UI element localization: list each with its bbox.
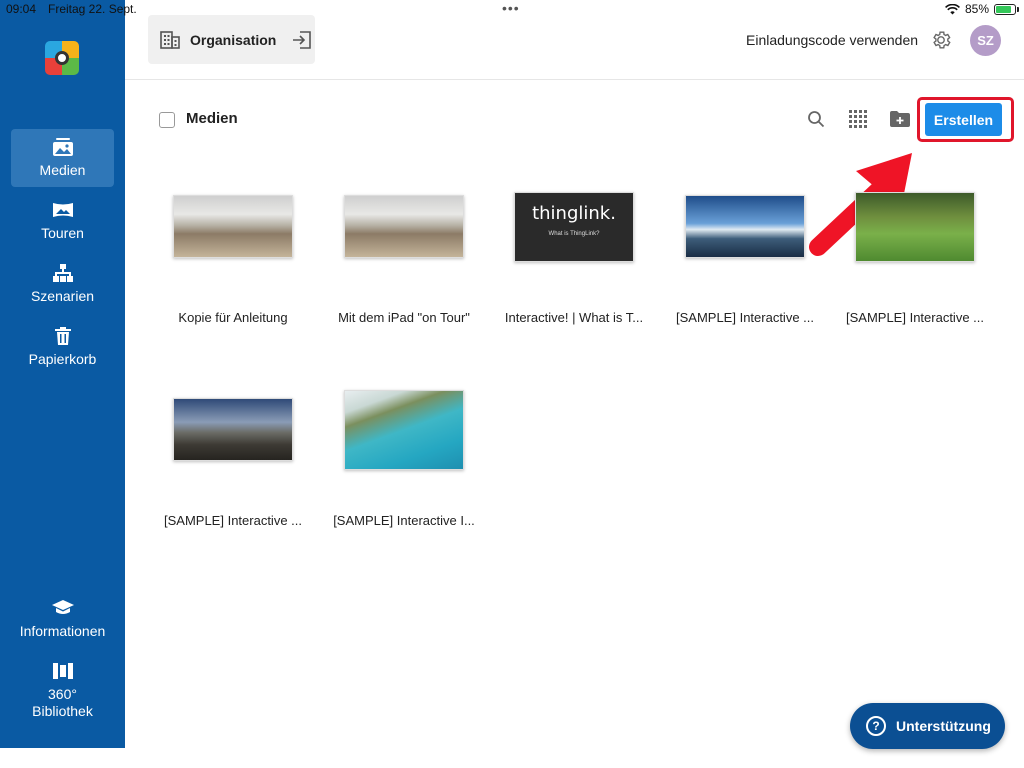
organisation-button[interactable]: Organisation	[148, 15, 315, 64]
wifi-icon	[945, 3, 960, 14]
switch-login-icon	[293, 30, 312, 49]
status-bar: 09:04 Freitag 22. Sept. ••• 85%	[0, 0, 1024, 18]
media-caption: Kopie für Anleitung	[178, 310, 288, 325]
invite-code-link[interactable]: Einladungscode verwenden	[746, 32, 918, 48]
app-logo[interactable]	[45, 41, 79, 75]
sidebar-item-touren[interactable]: Touren	[11, 192, 114, 250]
media-thumbnail[interactable]	[855, 192, 975, 262]
app-root: 09:04 Freitag 22. Sept. ••• 85% Medien T…	[0, 0, 1024, 768]
create-button[interactable]: Erstellen	[925, 103, 1002, 136]
thumb-subtitle: What is ThingLink?	[548, 231, 600, 237]
new-folder-icon[interactable]	[889, 108, 911, 130]
sidebar-item-informationen[interactable]: Informationen	[11, 590, 114, 648]
battery-icon	[994, 3, 1019, 15]
grid-view-icon[interactable]	[847, 108, 869, 130]
organisation-label: Organisation	[190, 31, 277, 48]
sidebar-item-papierkorb[interactable]: Papierkorb	[11, 318, 114, 376]
thumb-title: thinglink.	[532, 203, 616, 224]
avatar[interactable]: SZ	[970, 25, 1001, 56]
sidebar: Medien Touren Szenarien Papierkorb Infor	[0, 0, 125, 748]
media-caption: [SAMPLE] Interactive ...	[846, 310, 984, 325]
media-caption: [SAMPLE] Interactive ...	[164, 513, 302, 528]
gear-icon[interactable]	[930, 29, 952, 51]
media-thumbnail[interactable]	[685, 195, 805, 258]
building-icon	[160, 30, 180, 49]
support-button[interactable]: ? Unterstützung	[850, 703, 1005, 749]
sidebar-item-label: Papierkorb	[28, 351, 97, 367]
graduation-cap-icon	[51, 598, 74, 618]
sidebar-item-szenarien[interactable]: Szenarien	[11, 255, 114, 313]
sidebar-item-label: Informationen	[19, 623, 106, 639]
media-caption: [SAMPLE] Interactive ...	[676, 310, 814, 325]
status-date: Freitag 22. Sept.	[48, 2, 137, 16]
sidebar-item-label: Szenarien	[30, 288, 95, 304]
select-all-checkbox[interactable]	[159, 112, 175, 128]
images-icon	[52, 137, 74, 157]
library-icon	[52, 661, 74, 681]
sidebar-item-label: Medien	[39, 162, 86, 178]
sidebar-item-label: 360° Bibliothek	[32, 685, 93, 719]
page-title: Medien	[186, 110, 238, 127]
trash-icon	[52, 326, 74, 346]
search-icon[interactable]	[805, 108, 827, 130]
media-thumbnail[interactable]	[344, 195, 464, 258]
battery-percent: 85%	[964, 2, 989, 16]
sidebar-item-label: Touren	[41, 225, 84, 241]
status-time: 09:04	[6, 2, 37, 16]
hierarchy-icon	[52, 263, 74, 283]
panorama-icon	[52, 200, 74, 220]
sidebar-item-medien[interactable]: Medien	[11, 129, 114, 187]
media-caption: Mit dem iPad "on Tour"	[338, 310, 470, 325]
multitasking-dots-icon[interactable]: •••	[502, 0, 520, 16]
help-icon: ?	[866, 716, 886, 736]
media-thumbnail[interactable]	[344, 390, 464, 470]
media-caption: [SAMPLE] Interactive I...	[333, 513, 475, 528]
status-right: 85%	[945, 2, 1019, 16]
media-thumbnail[interactable]	[173, 398, 293, 461]
media-thumbnail[interactable]: thinglink. What is ThingLink?	[514, 192, 634, 262]
support-label: Unterstützung	[896, 718, 991, 734]
media-caption: Interactive! | What is T...	[504, 310, 644, 325]
sidebar-item-360-bibliothek[interactable]: 360° Bibliothek	[11, 655, 114, 725]
media-thumbnail[interactable]	[173, 195, 293, 258]
